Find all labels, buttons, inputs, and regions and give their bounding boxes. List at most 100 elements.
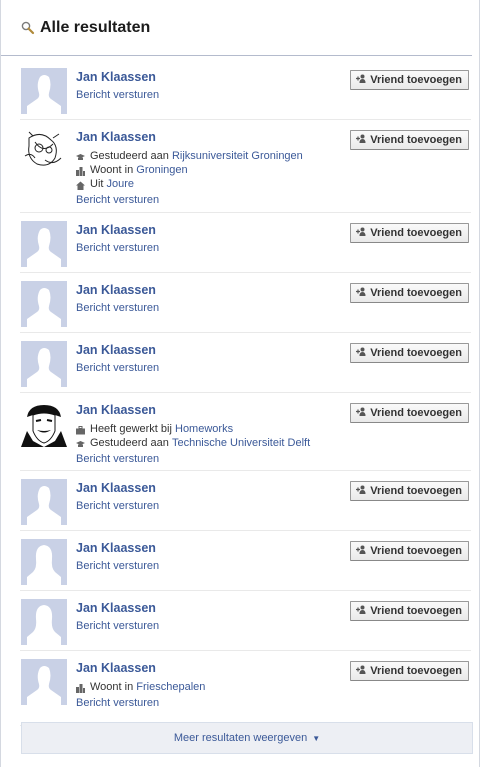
profile-details: Woont in Frieschepalen [76, 680, 205, 694]
search-icon [21, 21, 35, 35]
result-row: Jan Klaassen Gestudeerd aan Rijksuniversi… [20, 120, 471, 213]
add-friend-button[interactable]: Vriend toevoegen [350, 661, 469, 681]
result-row: Jan Klaassen Bericht versturen Vriend toev… [20, 471, 471, 531]
send-message-link[interactable]: Bericht versturen [76, 194, 159, 206]
profile-name-link[interactable]: Jan Klaassen [76, 70, 156, 84]
profile-name-link[interactable]: Jan Klaassen [76, 223, 156, 237]
profile-detail: Woont in Frieschepalen [76, 680, 205, 694]
caret-down-icon: ▼ [312, 733, 321, 743]
work-icon [76, 425, 85, 434]
avatar[interactable] [21, 341, 67, 387]
add-friend-label: Vriend toevoegen [370, 485, 462, 497]
result-row: Jan Klaassen Bericht versturen Vriend toev… [20, 591, 471, 651]
result-row: Jan Klaassen Heeft gewerkt bij Homeworks G… [20, 393, 471, 471]
detail-link[interactable]: Joure [107, 177, 135, 191]
profile-name-link[interactable]: Jan Klaassen [76, 541, 156, 555]
avatar[interactable] [21, 479, 67, 525]
detail-link[interactable]: Groningen [136, 163, 187, 177]
send-message-link[interactable]: Bericht versturen [76, 560, 159, 572]
school-icon [76, 152, 85, 161]
profile-detail: Woont in Groningen [76, 163, 303, 177]
add-friend-label: Vriend toevoegen [370, 545, 462, 557]
profile-name-link[interactable]: Jan Klaassen [76, 283, 156, 297]
home-icon [76, 180, 85, 190]
add-friend-icon [356, 287, 366, 299]
add-friend-button[interactable]: Vriend toevoegen [350, 541, 469, 561]
send-message-link[interactable]: Bericht versturen [76, 620, 159, 632]
add-friend-button[interactable]: Vriend toevoegen [350, 481, 469, 501]
profile-name-link[interactable]: Jan Klaassen [76, 481, 156, 495]
avatar[interactable] [21, 401, 67, 447]
send-message-link[interactable]: Bericht versturen [76, 242, 159, 254]
add-friend-icon [356, 407, 366, 419]
result-row: Jan Klaassen Bericht versturen Vriend toev… [20, 333, 471, 393]
detail-link[interactable]: Rijksuniversiteit Groningen [172, 149, 303, 163]
result-row: Jan Klaassen Bericht versturen Vriend toev… [20, 213, 471, 273]
add-friend-icon [356, 227, 366, 239]
send-message-link[interactable]: Bericht versturen [76, 453, 159, 465]
result-row: Jan Klaassen Bericht versturen Vriend toev… [20, 273, 471, 333]
add-friend-button[interactable]: Vriend toevoegen [350, 403, 469, 423]
profile-name-link[interactable]: Jan Klaassen [76, 403, 156, 417]
add-friend-label: Vriend toevoegen [370, 134, 462, 146]
send-message-link[interactable]: Bericht versturen [76, 500, 159, 512]
add-friend-button[interactable]: Vriend toevoegen [350, 343, 469, 363]
add-friend-label: Vriend toevoegen [370, 605, 462, 617]
more-results-label: Meer resultaten weergeven [173, 732, 308, 744]
search-results-page: Alle resultaten Jan Klaassen Bericht vers… [0, 0, 480, 767]
add-friend-button[interactable]: Vriend toevoegen [350, 130, 469, 150]
detail-prefix: Woont in [90, 164, 134, 176]
profile-name-link[interactable]: Jan Klaassen [76, 661, 156, 675]
send-message-link[interactable]: Bericht versturen [76, 89, 159, 101]
avatar[interactable] [21, 68, 67, 114]
avatar[interactable] [21, 599, 67, 645]
result-row: Jan Klaassen Woont in Frieschepalen Berich… [20, 651, 471, 726]
add-friend-label: Vriend toevoegen [370, 347, 462, 359]
send-message-link[interactable]: Bericht versturen [76, 302, 159, 314]
result-row: Jan Klaassen Bericht versturen Vriend toev… [20, 60, 471, 120]
add-friend-button[interactable]: Vriend toevoegen [350, 283, 469, 303]
add-friend-label: Vriend toevoegen [370, 407, 462, 419]
city-icon [76, 683, 85, 693]
profile-name-link[interactable]: Jan Klaassen [76, 130, 156, 144]
profile-detail: Gestudeerd aan Rijksuniversiteit Groning… [76, 149, 303, 163]
add-friend-icon [356, 665, 366, 677]
profile-detail: Uit Joure [76, 177, 303, 191]
profile-name-link[interactable]: Jan Klaassen [76, 343, 156, 357]
add-friend-icon [356, 605, 366, 617]
add-friend-icon [356, 347, 366, 359]
profile-name-link[interactable]: Jan Klaassen [76, 601, 156, 615]
school-icon [76, 439, 85, 448]
avatar[interactable] [21, 128, 67, 174]
add-friend-label: Vriend toevoegen [370, 227, 462, 239]
more-results-button[interactable]: Meer resultaten weergeven ▼ [21, 722, 473, 754]
add-friend-label: Vriend toevoegen [370, 665, 462, 677]
add-friend-button[interactable]: Vriend toevoegen [350, 601, 469, 621]
profile-details: Heeft gewerkt bij Homeworks Gestudeerd aa… [76, 422, 310, 450]
add-friend-icon [356, 74, 366, 86]
avatar[interactable] [21, 281, 67, 327]
avatar[interactable] [21, 539, 67, 585]
detail-link[interactable]: Frieschepalen [136, 680, 205, 694]
detail-prefix: Woont in [90, 681, 134, 693]
profile-detail: Gestudeerd aan Technische Universiteit D… [76, 436, 310, 450]
send-message-link[interactable]: Bericht versturen [76, 697, 159, 709]
add-friend-button[interactable]: Vriend toevoegen [350, 70, 469, 90]
detail-prefix: Heeft gewerkt bij [90, 423, 172, 435]
add-friend-label: Vriend toevoegen [370, 74, 462, 86]
add-friend-icon [356, 545, 366, 557]
detail-link[interactable]: Homeworks [175, 422, 233, 436]
add-friend-button[interactable]: Vriend toevoegen [350, 223, 469, 243]
profile-details: Gestudeerd aan Rijksuniversiteit Groning… [76, 149, 303, 191]
avatar[interactable] [21, 221, 67, 267]
results-header: Alle resultaten [1, 0, 472, 56]
send-message-link[interactable]: Bericht versturen [76, 362, 159, 374]
add-friend-icon [356, 134, 366, 146]
results-list: Jan Klaassen Bericht versturen Vriend toev… [20, 60, 471, 726]
profile-detail: Heeft gewerkt bij Homeworks [76, 422, 310, 436]
detail-prefix: Gestudeerd aan [90, 150, 169, 162]
add-friend-icon [356, 485, 366, 497]
result-row: Jan Klaassen Bericht versturen Vriend toev… [20, 531, 471, 591]
avatar[interactable] [21, 659, 67, 705]
detail-link[interactable]: Technische Universiteit Delft [172, 436, 310, 450]
